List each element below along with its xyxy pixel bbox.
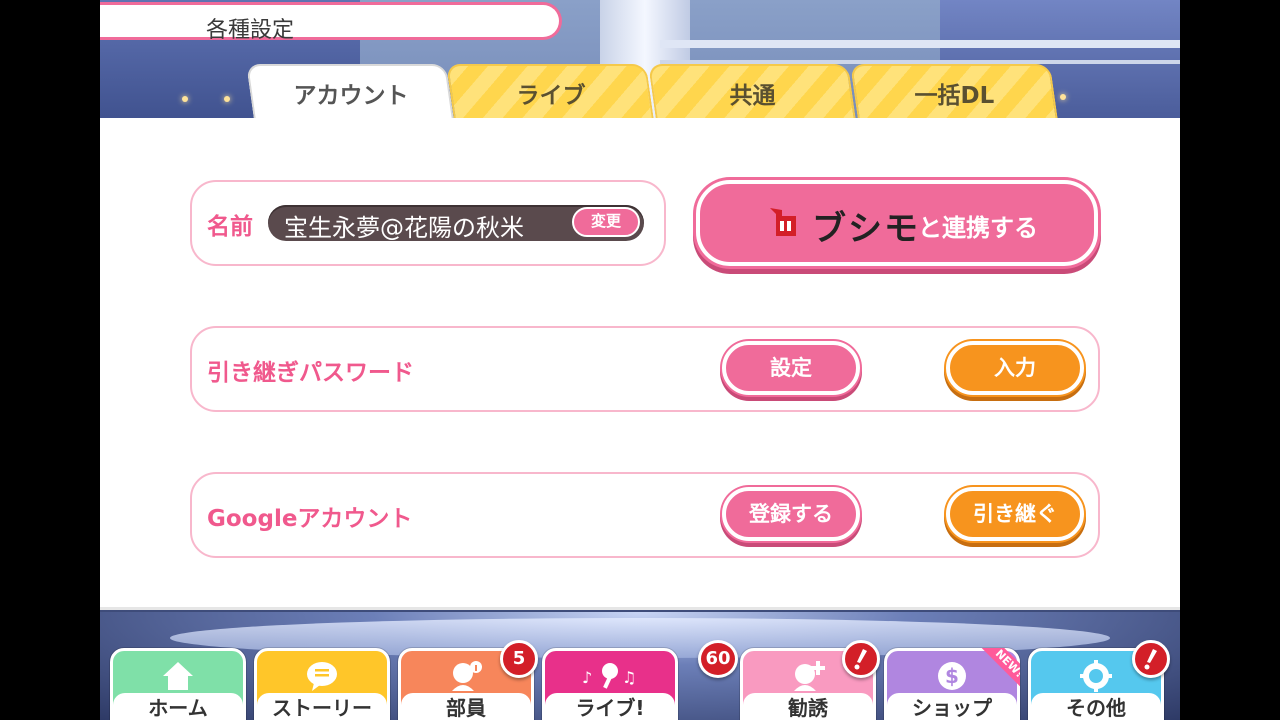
nav-members-label: 部員	[401, 693, 531, 720]
background-light	[224, 96, 230, 102]
page-title: 各種設定	[206, 18, 295, 43]
tab-live-label: ライブ	[516, 83, 586, 109]
music-mic-icon: ♪ ♫	[582, 663, 636, 689]
transfer-set-button[interactable]: 設定	[722, 341, 860, 395]
nav-live[interactable]: ♪ ♫ ライブ!	[542, 648, 678, 720]
chat-bubble-icon	[307, 662, 337, 691]
nav-story[interactable]: ストーリー	[254, 648, 390, 720]
bushimo-logo-icon	[770, 208, 796, 236]
google-register-button[interactable]: 登録する	[722, 487, 860, 541]
svg-text:$: $	[945, 664, 959, 688]
recruit-badge	[842, 640, 880, 678]
svg-text:♪: ♪	[582, 668, 592, 687]
new-ribbon-clip: NEW!	[980, 648, 1020, 688]
title-bar: 各種設定	[100, 2, 562, 43]
tab-live[interactable]: ライブ	[446, 64, 654, 120]
coin-icon: $	[938, 662, 966, 690]
google-account-label: Googleアカウント	[207, 506, 413, 532]
members-badge: 5	[500, 640, 538, 678]
nav-live-label: ライブ!	[545, 693, 675, 720]
name-label: 名前	[207, 214, 253, 240]
transfer-password-label: 引き継ぎパスワード	[207, 360, 414, 386]
tab-bulk-download[interactable]: 一括DL	[850, 64, 1058, 120]
tab-account-label: アカウント	[293, 83, 409, 109]
background-light	[1060, 94, 1066, 100]
exclamation-icon	[1144, 649, 1157, 670]
tab-common[interactable]: 共通	[648, 64, 856, 120]
bushimo-link-label: と連携する	[918, 214, 1038, 242]
nav-story-label: ストーリー	[257, 693, 387, 720]
app-stage: 各種設定 アカウント ライブ 共通 一括DL 名前 宝生永夢@花陽の秋米 変更 …	[100, 0, 1180, 720]
tab-bulk-download-label: 一括DL	[914, 83, 995, 109]
nav-home-label: ホーム	[113, 693, 243, 720]
bushimo-link-button[interactable]: ブシモ と連携する	[696, 180, 1098, 266]
tab-common-label: 共通	[729, 83, 776, 109]
google-transfer-button[interactable]: 引き継ぐ	[946, 487, 1084, 541]
tab-account[interactable]: アカウント	[246, 64, 454, 120]
background-light	[182, 96, 188, 102]
svg-text:♫: ♫	[622, 668, 636, 687]
change-name-button[interactable]: 変更	[572, 207, 640, 237]
name-value: 宝生永夢@花陽の秋米	[284, 214, 524, 242]
exclamation-icon	[854, 649, 867, 670]
nav-home[interactable]: ホーム	[110, 648, 246, 720]
members-icon	[452, 661, 482, 691]
transfer-input-button[interactable]: 入力	[946, 341, 1084, 395]
nav-shop-label: ショップ	[887, 693, 1017, 720]
recruit-icon	[794, 661, 825, 691]
nav-recruit-label: 勧誘	[743, 693, 873, 720]
shop-new-ribbon: NEW!	[980, 648, 1020, 688]
gear-icon	[1080, 660, 1112, 692]
background-railing	[660, 40, 1180, 48]
nav-other-label: その他	[1031, 693, 1161, 720]
live-badge: 60	[698, 640, 738, 678]
other-badge	[1132, 640, 1170, 678]
home-icon	[163, 662, 193, 690]
bushimo-logo-text: ブシモ	[812, 209, 920, 249]
